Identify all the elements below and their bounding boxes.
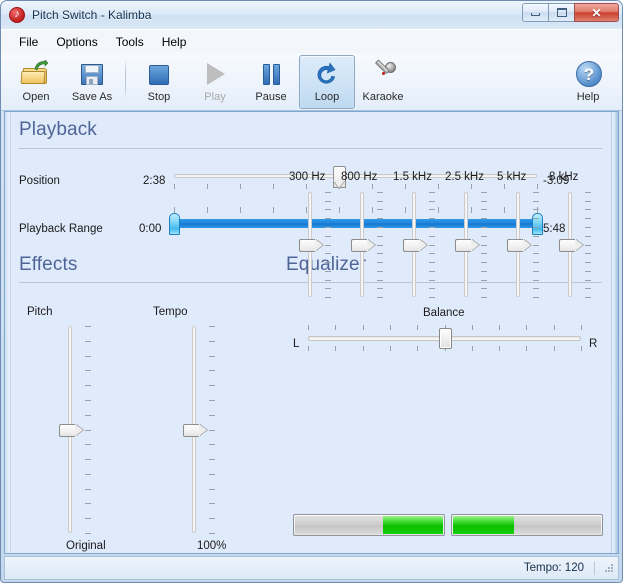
tempo-tick-marks xyxy=(209,326,216,534)
question-mark-icon: ? xyxy=(573,60,603,88)
application-window: Pitch Switch - Kalimba ✕ File Options To… xyxy=(0,0,623,583)
window-title: Pitch Switch - Kalimba xyxy=(32,8,152,22)
open-label: Open xyxy=(22,91,50,103)
balance-slider[interactable] xyxy=(308,325,582,357)
open-button[interactable]: Open xyxy=(8,55,64,109)
save-as-label: Save As xyxy=(71,91,113,103)
content-panel: Playback Position 2:38 -3:09 Playback Ra… xyxy=(4,111,619,554)
close-icon: ✕ xyxy=(591,5,602,20)
play-label: Play xyxy=(204,91,226,103)
left-level-meter xyxy=(293,514,445,536)
loop-button[interactable]: Loop xyxy=(299,55,355,109)
save-as-button[interactable]: Save As xyxy=(64,55,120,109)
vertical-scrollbar[interactable] xyxy=(611,112,618,553)
stop-square-icon xyxy=(144,60,174,88)
eq-band-thumb-1[interactable] xyxy=(351,238,367,252)
right-level-fill xyxy=(453,516,514,534)
playback-divider xyxy=(19,148,602,149)
maximize-icon xyxy=(556,8,567,17)
music-note-icon xyxy=(9,6,25,23)
right-level-meter xyxy=(451,514,603,536)
menu-options[interactable]: Options xyxy=(47,32,106,52)
play-button[interactable]: Play xyxy=(187,55,243,109)
loop-arrow-icon xyxy=(312,60,342,88)
left-level-fill xyxy=(382,516,443,534)
loop-label: Loop xyxy=(314,91,340,103)
eq-band-label-4: 5 kHz xyxy=(497,171,527,183)
menu-file[interactable]: File xyxy=(10,32,47,52)
eq-band-ticks-3 xyxy=(481,192,488,298)
title-bar: Pitch Switch - Kalimba ✕ xyxy=(1,1,622,29)
karaoke-label: Karaoke xyxy=(362,91,404,103)
menu-tools[interactable]: Tools xyxy=(107,32,153,52)
window-controls: ✕ xyxy=(522,3,619,22)
playback-range-start: 0:00 xyxy=(139,223,162,235)
help-button[interactable]: ? Help xyxy=(560,55,616,109)
arrow-up-icon xyxy=(34,60,48,71)
toolbar-separator xyxy=(125,59,126,99)
karaoke-button[interactable]: Karaoke xyxy=(355,55,411,109)
tempo-label: Tempo xyxy=(153,306,188,318)
eq-band-ticks-4 xyxy=(533,192,540,298)
effects-heading: Effects xyxy=(19,254,78,275)
tempo-thumb[interactable] xyxy=(183,423,199,437)
tempo-value: 100% xyxy=(197,540,227,552)
eq-band-ticks-5 xyxy=(585,192,592,298)
playback-range-start-handle[interactable] xyxy=(169,213,180,235)
balance-right-label: R xyxy=(589,338,598,350)
minimize-button[interactable] xyxy=(522,3,549,22)
pitch-thumb[interactable] xyxy=(59,423,75,437)
pause-button[interactable]: Pause xyxy=(243,55,299,109)
stop-label: Stop xyxy=(147,91,171,103)
playback-heading: Playback xyxy=(19,119,97,140)
stop-button[interactable]: Stop xyxy=(131,55,187,109)
playback-range-label: Playback Range xyxy=(19,223,103,235)
pause-bars-icon xyxy=(256,60,286,88)
pitch-value: Original xyxy=(66,540,106,552)
tempo-status: Tempo: 120 xyxy=(524,561,595,575)
maximize-button[interactable] xyxy=(548,3,575,22)
menu-help[interactable]: Help xyxy=(153,32,196,52)
eq-band-label-3: 2.5 kHz xyxy=(445,171,484,183)
floppy-disk-icon xyxy=(77,60,107,88)
balance-thumb[interactable] xyxy=(438,328,452,349)
balance-left-label: L xyxy=(293,338,300,350)
eq-band-thumb-5[interactable] xyxy=(559,238,575,252)
playback-range-end: 5:48 xyxy=(543,223,566,235)
eq-band-label-1: 800 Hz xyxy=(341,171,378,183)
position-elapsed: 2:38 xyxy=(143,175,166,187)
help-label: Help xyxy=(576,91,600,103)
eq-band-thumb-0[interactable] xyxy=(299,238,315,252)
eq-band-label-2: 1.5 kHz xyxy=(393,171,432,183)
pitch-label: Pitch xyxy=(27,306,53,318)
left-edge-strip xyxy=(5,112,11,553)
eq-band-ticks-0 xyxy=(325,192,332,298)
effects-divider xyxy=(19,282,285,283)
menu-bar: File Options Tools Help xyxy=(1,29,622,53)
eq-band-thumb-2[interactable] xyxy=(403,238,419,252)
position-tick-marks xyxy=(174,184,538,190)
minimize-icon xyxy=(531,13,540,16)
eq-band-label-0: 300 Hz xyxy=(289,171,326,183)
position-label: Position xyxy=(19,175,60,187)
eq-band-thumb-4[interactable] xyxy=(507,238,523,252)
close-button[interactable]: ✕ xyxy=(574,3,619,22)
balance-heading: Balance xyxy=(423,307,465,319)
toolbar: Open Save As Stop Play Pause Loop Karaok… xyxy=(1,53,622,111)
eq-band-thumb-3[interactable] xyxy=(455,238,471,252)
microphone-icon xyxy=(368,59,398,88)
play-triangle-icon xyxy=(200,60,230,88)
pitch-tick-marks xyxy=(85,326,92,534)
eq-band-label-5: 8 kHz xyxy=(549,171,579,183)
pause-label: Pause xyxy=(255,91,287,103)
status-bar: Tempo: 120 xyxy=(4,556,619,580)
eq-band-ticks-1 xyxy=(377,192,384,298)
resize-grip-icon[interactable] xyxy=(603,562,615,574)
open-folder-icon xyxy=(20,60,51,88)
eq-band-ticks-2 xyxy=(429,192,436,298)
